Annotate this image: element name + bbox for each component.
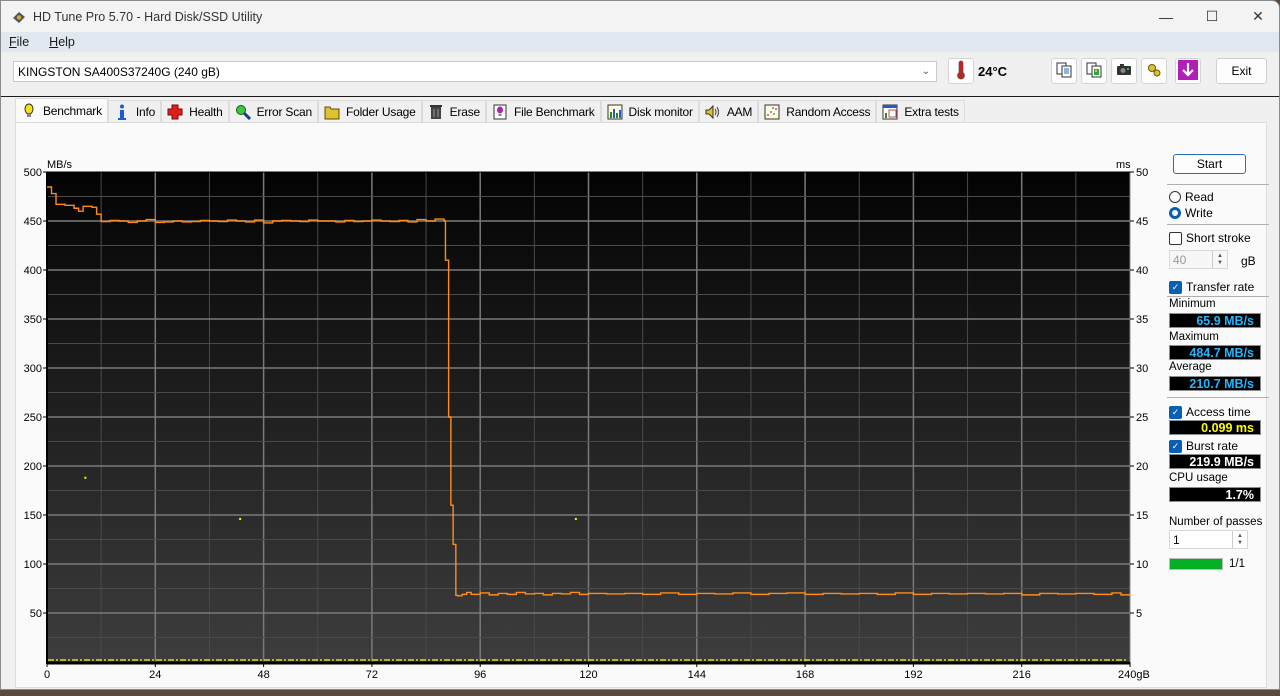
minimum-value: 65.9 MB/s (1169, 313, 1261, 328)
access-time-point (84, 476, 87, 479)
write-radio-circle (1169, 207, 1181, 219)
save-button[interactable] (1175, 58, 1201, 84)
access-time-value: 0.099 ms (1169, 420, 1261, 435)
grid-lines (47, 172, 1130, 662)
cpu-usage-value: 1.7% (1169, 487, 1261, 502)
side-panel: Start Read Write Short stroke 40 ▲ ▼ gB ✓… (1165, 141, 1279, 689)
short-stroke-input[interactable]: 40 ▲ ▼ (1169, 250, 1228, 269)
access-time-point (574, 517, 577, 520)
chevron-down-icon: ▼ (1237, 539, 1243, 546)
benchmark-chart: 50 100 150 200 250 300 350 400 450 500 5 10 15 20 25 30… (1, 1, 1161, 689)
passes-label: Number of passes (1169, 516, 1263, 528)
y-tick-label: 250 (24, 412, 42, 424)
y2-tick-label: 35 (1136, 314, 1148, 326)
y2-tick-label: 5 (1136, 608, 1142, 620)
y-tick-label: 500 (24, 167, 42, 179)
x-tick-label: 120 (579, 669, 597, 681)
separator (1167, 397, 1269, 398)
y-tick-label: 450 (24, 216, 42, 228)
y2-tick-label: 50 (1136, 167, 1148, 179)
y-tick-label: 400 (24, 265, 42, 277)
passes-stepper[interactable]: ▲ ▼ (1232, 531, 1247, 548)
y-tick-label: 150 (24, 510, 42, 522)
passes-value: 1 (1173, 532, 1180, 547)
download-arrow-icon (1177, 59, 1199, 84)
y2-tick-label: 30 (1136, 363, 1148, 375)
transfer-rate-chart: 5010015020025030035040045050051015202530… (24, 159, 1150, 681)
y2-tick-label: 10 (1136, 559, 1148, 571)
x-tick-label: 24 (149, 669, 161, 681)
x-tick-label: 144 (688, 669, 706, 681)
y-tick-label: 200 (24, 461, 42, 473)
y-tick-label: 300 (24, 363, 42, 375)
x-tick-label: 240gB (1118, 669, 1150, 681)
access-time-checkbox[interactable]: ✓ Access time (1169, 405, 1251, 419)
read-radio-label: Read (1185, 190, 1214, 204)
transfer-rate-checkbox[interactable]: ✓ Transfer rate (1169, 280, 1254, 294)
short-stroke-stepper[interactable]: ▲ ▼ (1212, 251, 1227, 268)
close-icon: ✕ (1252, 8, 1264, 24)
burst-rate-checkbox[interactable]: ✓ Burst rate (1169, 439, 1238, 453)
close-button[interactable]: ✕ (1235, 1, 1279, 32)
transfer-rate-label: Transfer rate (1186, 280, 1255, 294)
passes-progress-text: 1/1 (1229, 558, 1245, 570)
y2-axis-label: ms (1116, 159, 1131, 171)
access-time-point (239, 517, 242, 520)
read-radio-circle (1169, 191, 1181, 203)
maximum-value: 484.7 MB/s (1169, 345, 1261, 360)
x-tick-label: 192 (904, 669, 922, 681)
average-label: Average (1169, 361, 1212, 373)
x-tick-label: 0 (44, 669, 50, 681)
separator (1167, 296, 1269, 297)
write-radio-label: Write (1185, 206, 1213, 220)
write-radio[interactable]: Write (1169, 206, 1213, 220)
short-stroke-checkbox[interactable]: Short stroke (1169, 231, 1251, 245)
y2-tick-label: 45 (1136, 216, 1148, 228)
y-tick-label: 50 (30, 608, 42, 620)
short-stroke-unit: gB (1241, 254, 1256, 268)
maximize-icon: ☐ (1205, 8, 1219, 24)
short-stroke-check (1169, 231, 1182, 245)
app-window: HD Tune Pro 5.70 - Hard Disk/SSD Utility… (0, 0, 1280, 690)
x-tick-label: 72 (366, 669, 378, 681)
chevron-up-icon: ▲ (1237, 532, 1243, 539)
maximize-button[interactable]: ☐ (1189, 1, 1235, 32)
chevron-down-icon: ▼ (1217, 259, 1223, 266)
read-radio[interactable]: Read (1169, 190, 1214, 204)
cpu-usage-label: CPU usage (1169, 472, 1228, 484)
x-tick-label: 96 (474, 669, 486, 681)
exit-button[interactable]: Exit (1216, 58, 1267, 84)
passes-progress-bar (1169, 558, 1223, 570)
minimum-label: Minimum (1169, 298, 1216, 310)
x-tick-label: 216 (1013, 669, 1031, 681)
burst-rate-value: 219.9 MB/s (1169, 454, 1261, 469)
short-stroke-value: 40 (1173, 252, 1187, 267)
start-button[interactable]: Start (1173, 154, 1246, 174)
x-tick-label: 48 (257, 669, 269, 681)
access-time-label: Access time (1186, 405, 1251, 419)
y-tick-label: 100 (24, 559, 42, 571)
x-tick-label: 168 (796, 669, 814, 681)
y2-tick-label: 15 (1136, 510, 1148, 522)
passes-input[interactable]: 1 ▲ ▼ (1169, 530, 1248, 549)
average-value: 210.7 MB/s (1169, 376, 1261, 391)
separator (1167, 184, 1269, 185)
burst-rate-label: Burst rate (1186, 439, 1239, 453)
check-icon: ✓ (1169, 280, 1182, 294)
check-icon: ✓ (1169, 439, 1182, 453)
chevron-up-icon: ▲ (1217, 252, 1223, 259)
y2-tick-label: 25 (1136, 412, 1148, 424)
short-stroke-label: Short stroke (1186, 231, 1251, 245)
y-tick-label: 350 (24, 314, 42, 326)
y-axis-label: MB/s (47, 159, 73, 171)
separator (1167, 224, 1269, 225)
y2-tick-label: 20 (1136, 461, 1148, 473)
minimize-icon: — (1159, 8, 1173, 25)
maximum-label: Maximum (1169, 331, 1219, 343)
y2-tick-label: 40 (1136, 265, 1148, 277)
check-icon: ✓ (1169, 405, 1182, 419)
